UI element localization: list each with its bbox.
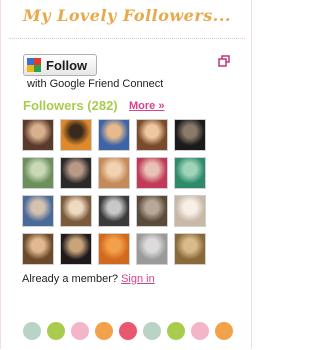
follower-avatar[interactable] [22,119,54,151]
follower-avatar[interactable] [22,157,54,189]
decorative-dot [215,322,233,340]
decorative-dot [143,322,161,340]
follower-avatar[interactable] [60,119,92,151]
follow-button-label: Follow [46,57,88,73]
follower-avatar[interactable] [60,157,92,189]
membership-line: Already a member? Sign in [22,273,155,285]
follower-avatar[interactable] [98,233,130,265]
friend-connect-text: with Google Friend Connect [27,78,164,90]
follower-avatar[interactable] [98,195,130,227]
follower-avatar[interactable] [60,233,92,265]
follower-avatar[interactable] [174,233,206,265]
decorative-dot [71,322,89,340]
decorative-dot [167,322,185,340]
open-in-new-window-icon[interactable] [218,55,230,67]
decorative-dot [23,322,41,340]
follower-avatar[interactable] [60,195,92,227]
sign-in-link[interactable]: Sign in [121,273,155,285]
widget-title: My Lovely Followers... [22,6,231,25]
follower-avatar[interactable] [22,195,54,227]
google-friend-connect-icon [27,58,41,72]
followers-widget: My Lovely Followers... Follow with Googl… [0,0,252,349]
follower-avatar[interactable] [174,195,206,227]
follower-avatar[interactable] [136,157,168,189]
follower-avatar[interactable] [98,119,130,151]
decorative-dots [23,322,233,340]
title-divider [9,38,245,39]
follower-avatar[interactable] [136,195,168,227]
follower-avatar[interactable] [98,157,130,189]
decorative-dot [119,322,137,340]
follow-button[interactable]: Follow [23,54,97,76]
follower-avatar[interactable] [136,233,168,265]
decorative-dot [47,322,65,340]
follower-avatar[interactable] [22,233,54,265]
followers-avatar-grid [22,119,212,265]
decorative-dot [95,322,113,340]
follower-avatar[interactable] [174,157,206,189]
decorative-dot [191,322,209,340]
followers-count-heading: Followers (282) [23,98,118,113]
already-member-text: Already a member? [22,273,118,285]
more-followers-link[interactable]: More » [129,100,164,112]
follower-avatar[interactable] [174,119,206,151]
follower-avatar[interactable] [136,119,168,151]
